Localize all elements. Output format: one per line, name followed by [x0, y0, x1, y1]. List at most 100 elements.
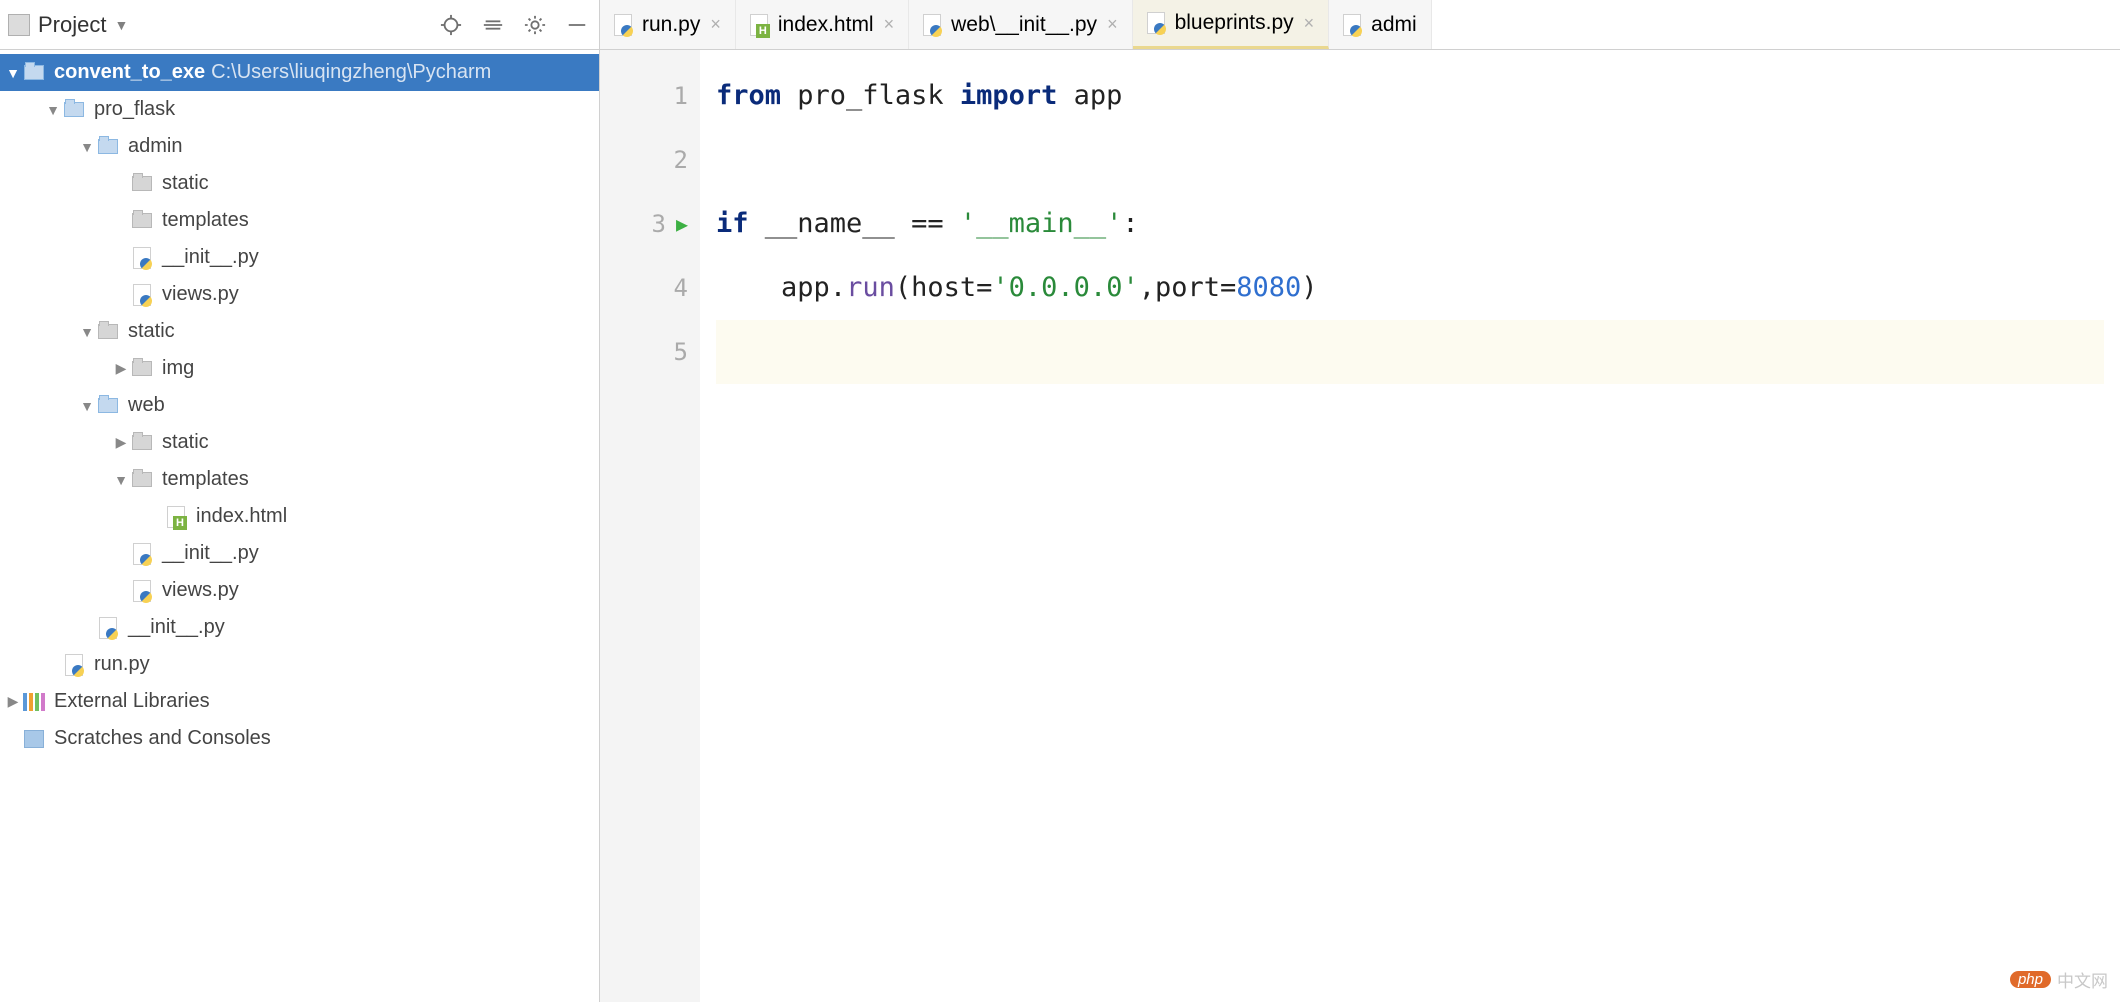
chevron-down-icon: ▼	[78, 324, 96, 340]
chevron-down-icon: ▼	[112, 472, 130, 488]
php-badge: php	[2010, 971, 2051, 988]
sidebar-header: Project ▼	[0, 0, 599, 50]
code-line	[716, 320, 2104, 384]
tree-label: views.py	[162, 579, 239, 602]
external-libraries-icon	[23, 693, 45, 711]
html-file-icon	[167, 506, 185, 528]
gutter-line[interactable]: 1	[600, 64, 700, 128]
tree-path: C:\Users\liuqingzheng\Pycharm	[211, 61, 491, 84]
tree-item-proflask-init[interactable]: __init__.py	[0, 609, 599, 646]
chevron-right-icon: ▶	[4, 693, 22, 710]
editor-area: run.py × index.html × web\__init__.py × …	[600, 0, 2120, 1002]
folder-icon	[98, 398, 118, 413]
close-icon[interactable]: ×	[1304, 13, 1315, 34]
close-icon[interactable]: ×	[710, 14, 721, 35]
tree-item-admin-static[interactable]: static	[0, 165, 599, 202]
gutter-line[interactable]: 2	[600, 128, 700, 192]
gear-icon[interactable]	[521, 11, 549, 39]
play-icon[interactable]: ▶	[676, 192, 688, 256]
tree-item-run-py[interactable]: run.py	[0, 646, 599, 683]
tab-blueprints-py[interactable]: blueprints.py ×	[1133, 0, 1330, 49]
folder-icon	[132, 472, 152, 487]
tree-item-root[interactable]: ▼ convent_to_exe C:\Users\liuqingzheng\P…	[0, 54, 599, 91]
tab-label: admi	[1371, 13, 1417, 37]
tree-label: static	[162, 431, 209, 454]
tree-item-static-img[interactable]: ▶ img	[0, 350, 599, 387]
tree-item-web[interactable]: ▼ web	[0, 387, 599, 424]
python-file-icon	[1343, 14, 1361, 36]
folder-icon	[132, 361, 152, 376]
code-line: app.run(host='0.0.0.0',port=8080)	[716, 256, 2104, 320]
tree-label: static	[128, 320, 175, 343]
chevron-right-icon: ▶	[112, 434, 130, 451]
chevron-down-icon: ▼	[44, 102, 62, 118]
tab-admi[interactable]: admi	[1329, 0, 1432, 49]
folder-icon	[98, 324, 118, 339]
tree-item-web-static[interactable]: ▶ static	[0, 424, 599, 461]
project-tree: ▼ convent_to_exe C:\Users\liuqingzheng\P…	[0, 50, 599, 1002]
tree-label: img	[162, 357, 194, 380]
tree-label: static	[162, 172, 209, 195]
tree-item-admin-init[interactable]: __init__.py	[0, 239, 599, 276]
tree-item-admin-templates[interactable]: templates	[0, 202, 599, 239]
project-icon	[8, 14, 30, 36]
html-file-icon	[750, 14, 768, 36]
tree-item-static[interactable]: ▼ static	[0, 313, 599, 350]
tree-item-scratches[interactable]: Scratches and Consoles	[0, 720, 599, 757]
gutter-line[interactable]: 3▶	[600, 192, 700, 256]
locate-target-icon[interactable]	[437, 11, 465, 39]
hide-icon[interactable]	[563, 11, 591, 39]
gutter: 1 2 3▶ 4 5	[600, 50, 700, 1002]
tab-web-init[interactable]: web\__init__.py ×	[909, 0, 1132, 49]
tree-item-web-views[interactable]: views.py	[0, 572, 599, 609]
tree-label: index.html	[196, 505, 287, 528]
tree-label: __init__.py	[162, 542, 259, 565]
code-line: from pro_flask import app	[716, 64, 2104, 128]
tree-label: convent_to_exe	[54, 61, 205, 84]
scratches-icon	[24, 730, 44, 748]
folder-icon	[132, 176, 152, 191]
project-label: Project	[38, 12, 106, 38]
tree-label: run.py	[94, 653, 150, 676]
code-content[interactable]: from pro_flask import app if __name__ ==…	[700, 50, 2120, 1002]
tree-item-external-libraries[interactable]: ▶ External Libraries	[0, 683, 599, 720]
tab-run-py[interactable]: run.py ×	[600, 0, 736, 49]
watermark-text: 中文网	[2057, 967, 2108, 992]
project-view-selector[interactable]: Project ▼	[8, 12, 431, 38]
tab-index-html[interactable]: index.html ×	[736, 0, 909, 49]
tab-label: index.html	[778, 13, 874, 37]
tree-item-web-init[interactable]: __init__.py	[0, 535, 599, 572]
tree-label: views.py	[162, 283, 239, 306]
python-file-icon	[65, 654, 83, 676]
tab-label: web\__init__.py	[951, 13, 1097, 37]
gutter-line[interactable]: 4	[600, 256, 700, 320]
collapse-all-icon[interactable]	[479, 11, 507, 39]
sidebar-toolbar	[437, 11, 591, 39]
python-file-icon	[923, 14, 941, 36]
code-line	[716, 128, 2104, 192]
tree-item-pro-flask[interactable]: ▼ pro_flask	[0, 91, 599, 128]
tree-label: External Libraries	[54, 690, 210, 713]
chevron-down-icon: ▼	[78, 398, 96, 414]
folder-icon	[64, 102, 84, 117]
tree-item-web-templates[interactable]: ▼ templates	[0, 461, 599, 498]
python-file-icon	[133, 284, 151, 306]
gutter-line[interactable]: 5	[600, 320, 700, 384]
tree-item-admin-views[interactable]: views.py	[0, 276, 599, 313]
close-icon[interactable]: ×	[1107, 14, 1118, 35]
tree-item-admin[interactable]: ▼ admin	[0, 128, 599, 165]
project-sidebar: Project ▼ ▼ convent_to_exe C:\Users\liuq…	[0, 0, 600, 1002]
tree-label: admin	[128, 135, 182, 158]
folder-icon	[132, 213, 152, 228]
tree-item-index-html[interactable]: index.html	[0, 498, 599, 535]
python-file-icon	[99, 617, 117, 639]
python-file-icon	[133, 543, 151, 565]
python-file-icon	[1147, 12, 1165, 34]
folder-icon	[98, 139, 118, 154]
python-file-icon	[133, 247, 151, 269]
tree-label: __init__.py	[128, 616, 225, 639]
chevron-right-icon: ▶	[112, 360, 130, 377]
code-area: 1 2 3▶ 4 5 from pro_flask import app if …	[600, 50, 2120, 1002]
chevron-down-icon: ▼	[4, 65, 22, 81]
close-icon[interactable]: ×	[884, 14, 895, 35]
